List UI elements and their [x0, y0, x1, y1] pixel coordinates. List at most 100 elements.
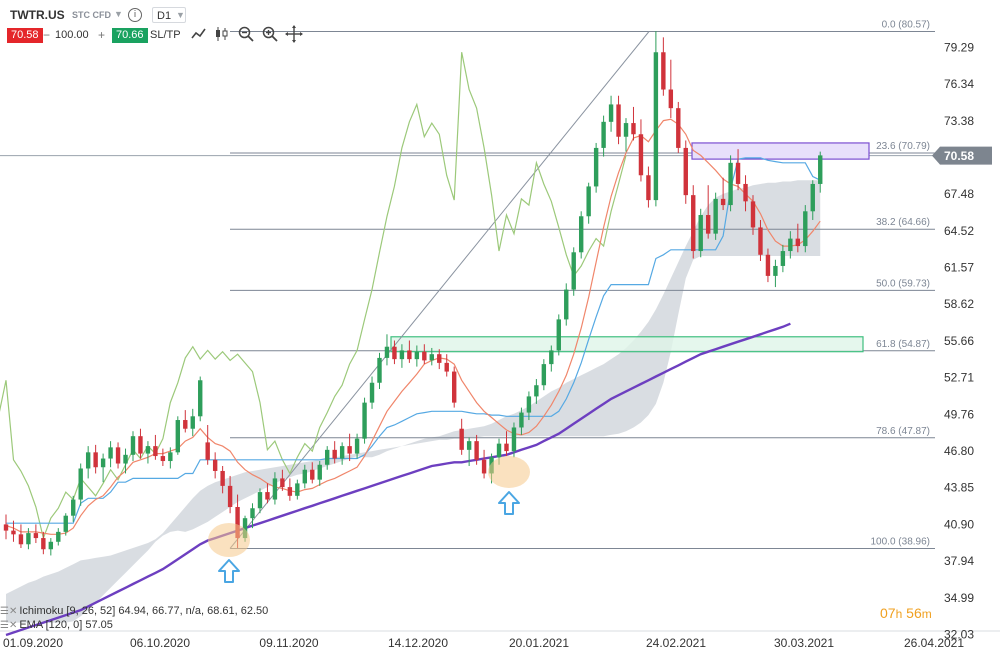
- candle-body: [347, 446, 352, 454]
- x-tick-label: 26.04.2021: [904, 636, 964, 650]
- candle-body: [377, 357, 382, 383]
- candle-body: [571, 252, 576, 290]
- crosshair-icon[interactable]: [285, 25, 303, 43]
- candle-body: [803, 211, 808, 247]
- y-tick-label: 76.34: [944, 77, 974, 91]
- candle-body: [765, 254, 771, 276]
- candle-body: [287, 487, 293, 496]
- supply-zone: [691, 142, 870, 160]
- y-tick-label: 55.66: [944, 334, 974, 348]
- candle-body: [212, 459, 218, 471]
- candle-body: [332, 449, 337, 459]
- chevron-down-icon[interactable]: ▼: [114, 9, 123, 19]
- ichimoku-legend[interactable]: ☰✕ Ichimoku [9, 26, 52] 64.94, 66.77, n/a…: [0, 605, 268, 617]
- fib-label: 100.0 (38.96): [871, 537, 931, 548]
- candle-body: [631, 123, 636, 135]
- quantity-field[interactable]: 100.00: [55, 28, 89, 43]
- info-icon[interactable]: i: [128, 8, 142, 22]
- x-tick-label: 30.03.2021: [774, 636, 834, 650]
- candle-body: [698, 215, 703, 252]
- price-chart: 0.0 (80.57)23.6 (70.79)38.2 (64.66)50.0 …: [0, 20, 1000, 650]
- y-tick-label: 49.76: [944, 407, 974, 421]
- x-tick-label: 09.11.2020: [259, 636, 318, 650]
- toolbar: TWTR.US STC CFD ▼ i D1 ▼ 70.58 − 100.00 …: [0, 0, 940, 48]
- symbol-label[interactable]: TWTR.US: [10, 8, 65, 22]
- up-arrow-icon: [218, 559, 240, 583]
- candle-body: [676, 108, 681, 148]
- candle-body: [354, 438, 360, 454]
- x-tick-label: 20.01.2021: [509, 636, 569, 650]
- candle-body: [392, 346, 397, 360]
- ema-legend[interactable]: ☰✕ EMA [120, 0] 57.05: [0, 619, 113, 631]
- y-tick-label: 37.94: [944, 554, 974, 568]
- candle-body: [534, 385, 539, 397]
- candle-body: [3, 524, 9, 531]
- candle-body: [735, 162, 741, 184]
- price-axis: 79.2976.3473.3870.4367.4864.5261.5758.62…: [932, 40, 992, 642]
- candle-body: [220, 470, 225, 486]
- support-zone: [390, 336, 864, 353]
- fib-label: 38.2 (64.66): [876, 217, 930, 228]
- candle-body: [459, 428, 464, 450]
- line-chart-icon[interactable]: [190, 25, 208, 43]
- y-tick-label: 58.62: [944, 297, 974, 311]
- candle-body: [601, 121, 606, 148]
- candle-body: [145, 446, 151, 454]
- candle-body: [339, 446, 345, 459]
- candle-body: [713, 198, 718, 234]
- candle-body: [160, 456, 166, 462]
- candle-body: [668, 89, 674, 109]
- candle-body: [100, 458, 106, 468]
- candle-body: [168, 452, 173, 462]
- candle-body: [310, 469, 315, 480]
- candle-body: [452, 371, 457, 403]
- ichimoku-cloud: [6, 180, 821, 623]
- up-arrow-icon: [498, 491, 520, 515]
- candle-body: [653, 52, 659, 201]
- candle-body: [541, 364, 547, 386]
- candle-body: [496, 443, 502, 458]
- timer-minutes-unit: m: [921, 607, 932, 621]
- candle-body: [11, 530, 16, 535]
- y-tick-label: 73.38: [944, 114, 974, 128]
- decrease-quantity-button[interactable]: −: [43, 28, 50, 43]
- candle-body: [578, 216, 584, 253]
- candle-body: [422, 351, 427, 361]
- buy-price-button[interactable]: 70.66: [112, 28, 148, 43]
- cloud-area: [6, 180, 821, 623]
- increase-quantity-button[interactable]: +: [98, 28, 105, 43]
- candle-body: [720, 198, 726, 206]
- candle-body: [48, 541, 54, 550]
- zoom-out-icon[interactable]: [237, 25, 255, 43]
- candle-body: [556, 319, 561, 351]
- candle-body: [519, 412, 524, 428]
- sl-tp-button[interactable]: SL/TP: [150, 28, 181, 43]
- time-axis: 01.09.2020 06.10.2020 09.11.2020 14.12.2020…: [3, 636, 964, 650]
- candlestick-icon[interactable]: [213, 25, 231, 43]
- candle-body: [183, 420, 188, 429]
- ema-line: [5, 322, 791, 637]
- y-tick-label: 40.90: [944, 517, 974, 531]
- candle-body: [549, 350, 554, 365]
- candle-body: [41, 538, 46, 550]
- candle-body: [683, 147, 688, 196]
- candle-body: [250, 508, 255, 519]
- candle-body: [646, 175, 651, 201]
- y-tick-label: 61.57: [944, 261, 974, 275]
- candle-body: [466, 441, 472, 450]
- candle-body: [205, 442, 210, 460]
- y-tick-label: 79.29: [944, 40, 974, 54]
- candle-body: [661, 52, 666, 90]
- fibonacci-levels: 0.0 (80.57)23.6 (70.79)38.2 (64.66)50.0 …: [0, 20, 938, 549]
- zoom-in-icon[interactable]: [261, 25, 279, 43]
- candles-layer: [3, 31, 823, 556]
- candle-body: [773, 265, 778, 276]
- x-tick-label: 01.09.2020: [3, 636, 63, 650]
- list-icon: ☰✕: [0, 606, 18, 617]
- candle-body: [437, 354, 442, 363]
- candle-body: [369, 382, 375, 403]
- candle-timer: 07h 56m: [880, 605, 932, 621]
- sell-price-button[interactable]: 70.58: [7, 28, 43, 43]
- candle-body: [18, 534, 24, 545]
- y-tick-label: 46.80: [944, 444, 974, 458]
